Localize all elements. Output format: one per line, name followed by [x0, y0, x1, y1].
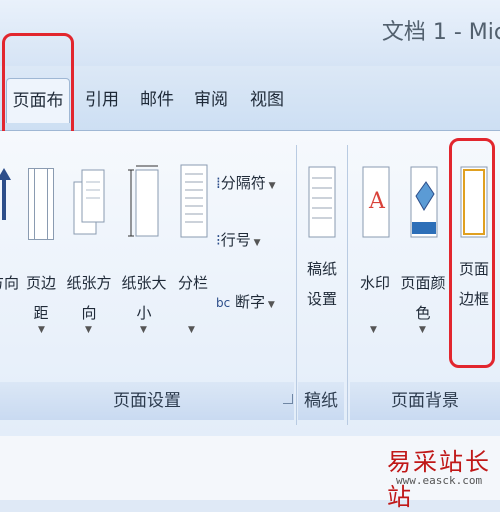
- hyphenation-button[interactable]: bc 断字 ▼: [216, 287, 275, 317]
- group-separator: [296, 145, 297, 425]
- highlight-page-borders-button: [449, 138, 495, 368]
- orientation-button[interactable]: 纸张方向 ▼: [62, 160, 116, 370]
- tab-references[interactable]: 引用: [84, 78, 120, 122]
- size-button[interactable]: 纸张大小 ▼: [118, 160, 170, 370]
- line-numbers-button[interactable]: ⁝行号 ▼: [216, 225, 261, 255]
- tab-mailings[interactable]: 邮件: [138, 78, 176, 122]
- page-setup-launcher-icon[interactable]: [283, 394, 293, 404]
- chevron-down-icon: ▼: [419, 325, 426, 335]
- columns-button[interactable]: 分栏 ▼: [174, 160, 212, 370]
- watermark-button[interactable]: A 水印 ▼: [356, 160, 394, 370]
- group-separator: [347, 145, 348, 425]
- chevron-down-icon: ▼: [370, 325, 377, 335]
- watermark-icon: A: [362, 166, 390, 238]
- site-watermark-url: www.easck.com: [396, 474, 483, 487]
- orientation-icon: [73, 169, 105, 235]
- tab-review[interactable]: 审阅: [192, 78, 230, 122]
- group-label-page-background: 页面背景: [350, 382, 500, 420]
- tab-view[interactable]: 视图: [248, 78, 286, 122]
- ribbon-tabs: 页面布局 引用 邮件 审阅 视图: [0, 66, 500, 155]
- chevron-down-icon: ▼: [188, 325, 195, 335]
- highlight-page-layout-tab: [2, 33, 74, 145]
- chevron-down-icon: ▼: [140, 325, 147, 335]
- chevron-down-icon: ▼: [38, 325, 45, 335]
- group-label-draft-paper: 稿纸: [298, 382, 344, 420]
- page-color-icon: [410, 166, 438, 238]
- chevron-down-icon: ▼: [85, 325, 92, 335]
- text-direction-icon: [0, 168, 11, 220]
- text-direction-button[interactable]: 方向: [0, 160, 22, 370]
- window-title: 文档 1 - Mic: [381, 20, 500, 45]
- title-bar: 文档 1 - Mic: [0, 0, 500, 66]
- margins-icon: [28, 168, 54, 240]
- paper-size-icon: [128, 165, 159, 237]
- columns-icon: [180, 164, 208, 238]
- page-color-button[interactable]: 页面颜色 ▼: [394, 160, 452, 370]
- svg-text:A: A: [368, 189, 386, 214]
- draft-paper-icon: [308, 166, 336, 238]
- draft-paper-setup-button[interactable]: 稿纸 设置: [302, 160, 342, 370]
- hyphenation-icon: bc: [216, 296, 231, 310]
- margins-button[interactable]: 页边距 ▼: [20, 160, 62, 370]
- group-label-page-setup: 页面设置: [0, 382, 294, 420]
- breaks-button[interactable]: ⁞分隔符 ▼: [216, 168, 276, 198]
